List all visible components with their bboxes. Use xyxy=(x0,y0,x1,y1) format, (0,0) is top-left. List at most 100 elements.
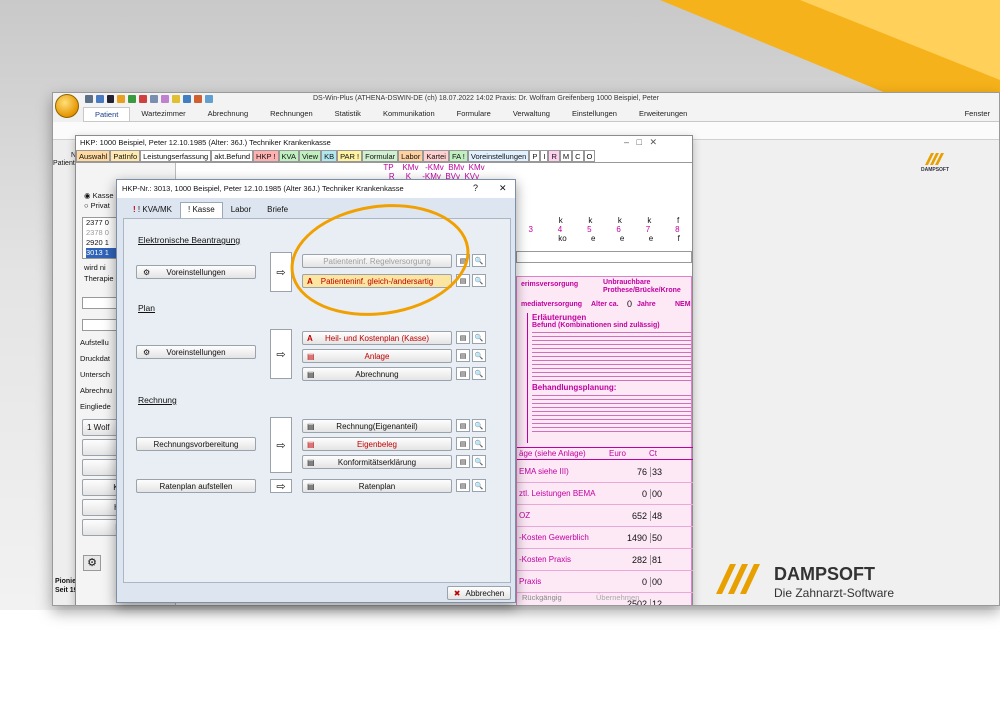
arrow-icon-3[interactable]: ⇨ xyxy=(270,417,292,473)
rechnungsvorbereitung-button[interactable]: Rechnungsvorbereitung xyxy=(136,437,256,451)
eigenbeleg-button[interactable]: ▤ Eigenbeleg xyxy=(302,437,452,451)
search-icon[interactable]: 🔍 xyxy=(472,455,486,468)
font-icon[interactable] xyxy=(107,95,114,103)
konformitaet-button[interactable]: ▤ Konformitätserklärung xyxy=(302,455,452,469)
search-icon[interactable]: 🔍 xyxy=(472,479,486,492)
search-icon[interactable]: 🔍 xyxy=(472,331,486,344)
search-icon[interactable]: 🔍 xyxy=(472,254,486,267)
tab-formulare[interactable]: Formulare xyxy=(446,107,502,121)
hkp-tab-labor[interactable]: Labor xyxy=(398,150,424,162)
tab-kasse[interactable]: ! Kasse xyxy=(180,202,223,218)
hkp-tab-kva[interactable]: KVA xyxy=(278,150,299,162)
amount-label: OZ xyxy=(519,511,531,520)
print-icon[interactable]: ▤ xyxy=(456,367,470,380)
anlage-button[interactable]: ▤ Anlage xyxy=(302,349,452,363)
app-menu-button[interactable] xyxy=(55,94,79,118)
print-icon[interactable] xyxy=(150,95,158,103)
tab-patient[interactable]: Patient xyxy=(83,107,131,121)
hkp-tab-c[interactable]: C xyxy=(572,150,584,162)
arrow-icon-1[interactable]: ⇨ xyxy=(270,252,292,292)
hkp-tab-patinfo[interactable]: PatInfo xyxy=(110,150,141,162)
pencil-icon[interactable] xyxy=(117,95,125,103)
grid-row-codes: ko e e e f xyxy=(516,234,692,243)
help-button[interactable]: ? xyxy=(473,183,478,193)
print-icon[interactable]: ▤ xyxy=(456,349,470,362)
hkp-tab-p[interactable]: P xyxy=(529,150,541,162)
settings-gear-icon[interactable]: ⚙ xyxy=(83,555,101,571)
tab-kommunikation[interactable]: Kommunikation xyxy=(372,107,446,121)
hkp-tab-leistung[interactable]: Leistungserfassung xyxy=(140,150,212,162)
close-icon[interactable]: ✕ xyxy=(499,183,507,194)
ratenplan-aufstellen-button[interactable]: Ratenplan aufstellen xyxy=(136,479,256,493)
key-icon[interactable] xyxy=(172,95,180,103)
hkp-tab-befund[interactable]: akt.Befund xyxy=(211,150,254,162)
tab-verwaltung[interactable]: Verwaltung xyxy=(502,107,561,121)
rechnung-eigenanteil-button[interactable]: ▤ Rechnung(Eigenanteil) xyxy=(302,419,452,433)
hkp-tab-r[interactable]: R xyxy=(548,150,560,162)
amount-euro: 0 xyxy=(641,577,647,587)
bp-fineprint xyxy=(532,392,691,432)
tab-wartezimmer[interactable]: Wartezimmer xyxy=(130,107,196,121)
print-icon: ▤ xyxy=(307,439,315,449)
print-icon[interactable]: ▤ xyxy=(456,419,470,432)
ratenplan-button[interactable]: ▤ Ratenplan xyxy=(302,479,452,493)
stamp-icon[interactable] xyxy=(139,95,147,103)
hkp-tab-kartei[interactable]: Kartei xyxy=(423,150,449,162)
amount-row: EMA siehe III) 76 33 xyxy=(517,461,693,483)
hkp-tab-m[interactable]: M xyxy=(559,150,573,162)
grid-cell: 4 xyxy=(557,225,563,234)
uebernehmen-button[interactable]: Übernehmen xyxy=(596,593,676,605)
tab-fenster[interactable]: Fenster xyxy=(954,107,999,121)
section-rechnung: Rechnung xyxy=(138,395,177,405)
hkp-tab-i[interactable]: I xyxy=(540,150,549,162)
search-icon[interactable]: 🔍 xyxy=(472,437,486,450)
search-icon[interactable]: 🔍 xyxy=(472,419,486,432)
hkp-kasse-button[interactable]: A Heil- und Kostenplan (Kasse) xyxy=(302,331,452,345)
tools-icon[interactable] xyxy=(194,95,202,103)
tab-erweiterungen[interactable]: Erweiterungen xyxy=(628,107,698,121)
abrechnung-button[interactable]: ▤ Abrechnung xyxy=(302,367,452,381)
tab-labor[interactable]: Labor xyxy=(223,202,259,218)
arrow-icon-2[interactable]: ⇨ xyxy=(270,329,292,379)
tab-statistik[interactable]: Statistik xyxy=(324,107,372,121)
section-elektronisch: Elektronische Beantragung xyxy=(138,235,241,245)
hkp-tab-o[interactable]: O xyxy=(583,150,596,162)
hkp-tabbar: Auswahl PatInfo Leistungserfassung akt.B… xyxy=(76,150,692,163)
search-icon[interactable]: 🔍 xyxy=(472,274,486,287)
hkp-tab-voreinstellungen[interactable]: Voreinstellungen xyxy=(467,150,530,162)
print-icon[interactable]: ▤ xyxy=(456,331,470,344)
binoculars-icon[interactable] xyxy=(85,95,93,103)
car-icon[interactable] xyxy=(96,95,104,103)
tab-rechnungen[interactable]: Rechnungen xyxy=(259,107,324,121)
search-icon[interactable]: 🔍 xyxy=(472,367,486,380)
grid-select[interactable] xyxy=(516,251,692,263)
save-icon[interactable] xyxy=(205,95,213,103)
voreinstellungen-button-1[interactable]: ⚙ Voreinstellungen xyxy=(136,265,256,279)
rueckgaengig-button[interactable]: Rückgängig xyxy=(522,593,602,605)
hkp-tab-par[interactable]: PAR ! xyxy=(337,150,363,162)
tab-kasse-label: ! Kasse xyxy=(188,205,215,214)
print-icon[interactable]: ▤ xyxy=(456,479,470,492)
tab-abrechnung[interactable]: Abrechnung xyxy=(197,107,259,121)
pink-row2e: NEM xyxy=(675,301,691,308)
print-icon[interactable]: ▤ xyxy=(456,455,470,468)
tab-kva-mk[interactable]: ! ! KVA/MK xyxy=(125,202,180,218)
hkp-tab-fa[interactable]: FA ! xyxy=(448,150,468,162)
calendar-icon[interactable] xyxy=(128,95,136,103)
search-icon[interactable]: 🔍 xyxy=(472,349,486,362)
mail-icon[interactable] xyxy=(183,95,191,103)
hkp-tab-view[interactable]: View xyxy=(298,150,322,162)
chart-icon[interactable] xyxy=(161,95,169,103)
voreinstellungen-button-2[interactable]: ⚙ Voreinstellungen xyxy=(136,345,256,359)
hkp-tab-formular[interactable]: Formular xyxy=(362,150,399,162)
hkp-tab-auswahl[interactable]: Auswahl xyxy=(76,150,111,162)
dampsoft-logo: DAMPSOFT Die Zahnarzt-Software xyxy=(716,560,916,610)
amount-label: EMA siehe III) xyxy=(519,467,569,476)
print-icon[interactable]: ▤ xyxy=(456,437,470,450)
hkp-tab-kb[interactable]: KB xyxy=(321,150,338,162)
tab-briefe[interactable]: Briefe xyxy=(259,202,296,218)
abbrechen-button[interactable]: ✖ Abbrechen xyxy=(447,586,511,600)
hkp-tab-hkp[interactable]: HKP ! xyxy=(253,150,279,162)
arrow-icon-4[interactable]: ⇨ xyxy=(270,479,292,493)
tab-einstellungen[interactable]: Einstellungen xyxy=(561,107,628,121)
